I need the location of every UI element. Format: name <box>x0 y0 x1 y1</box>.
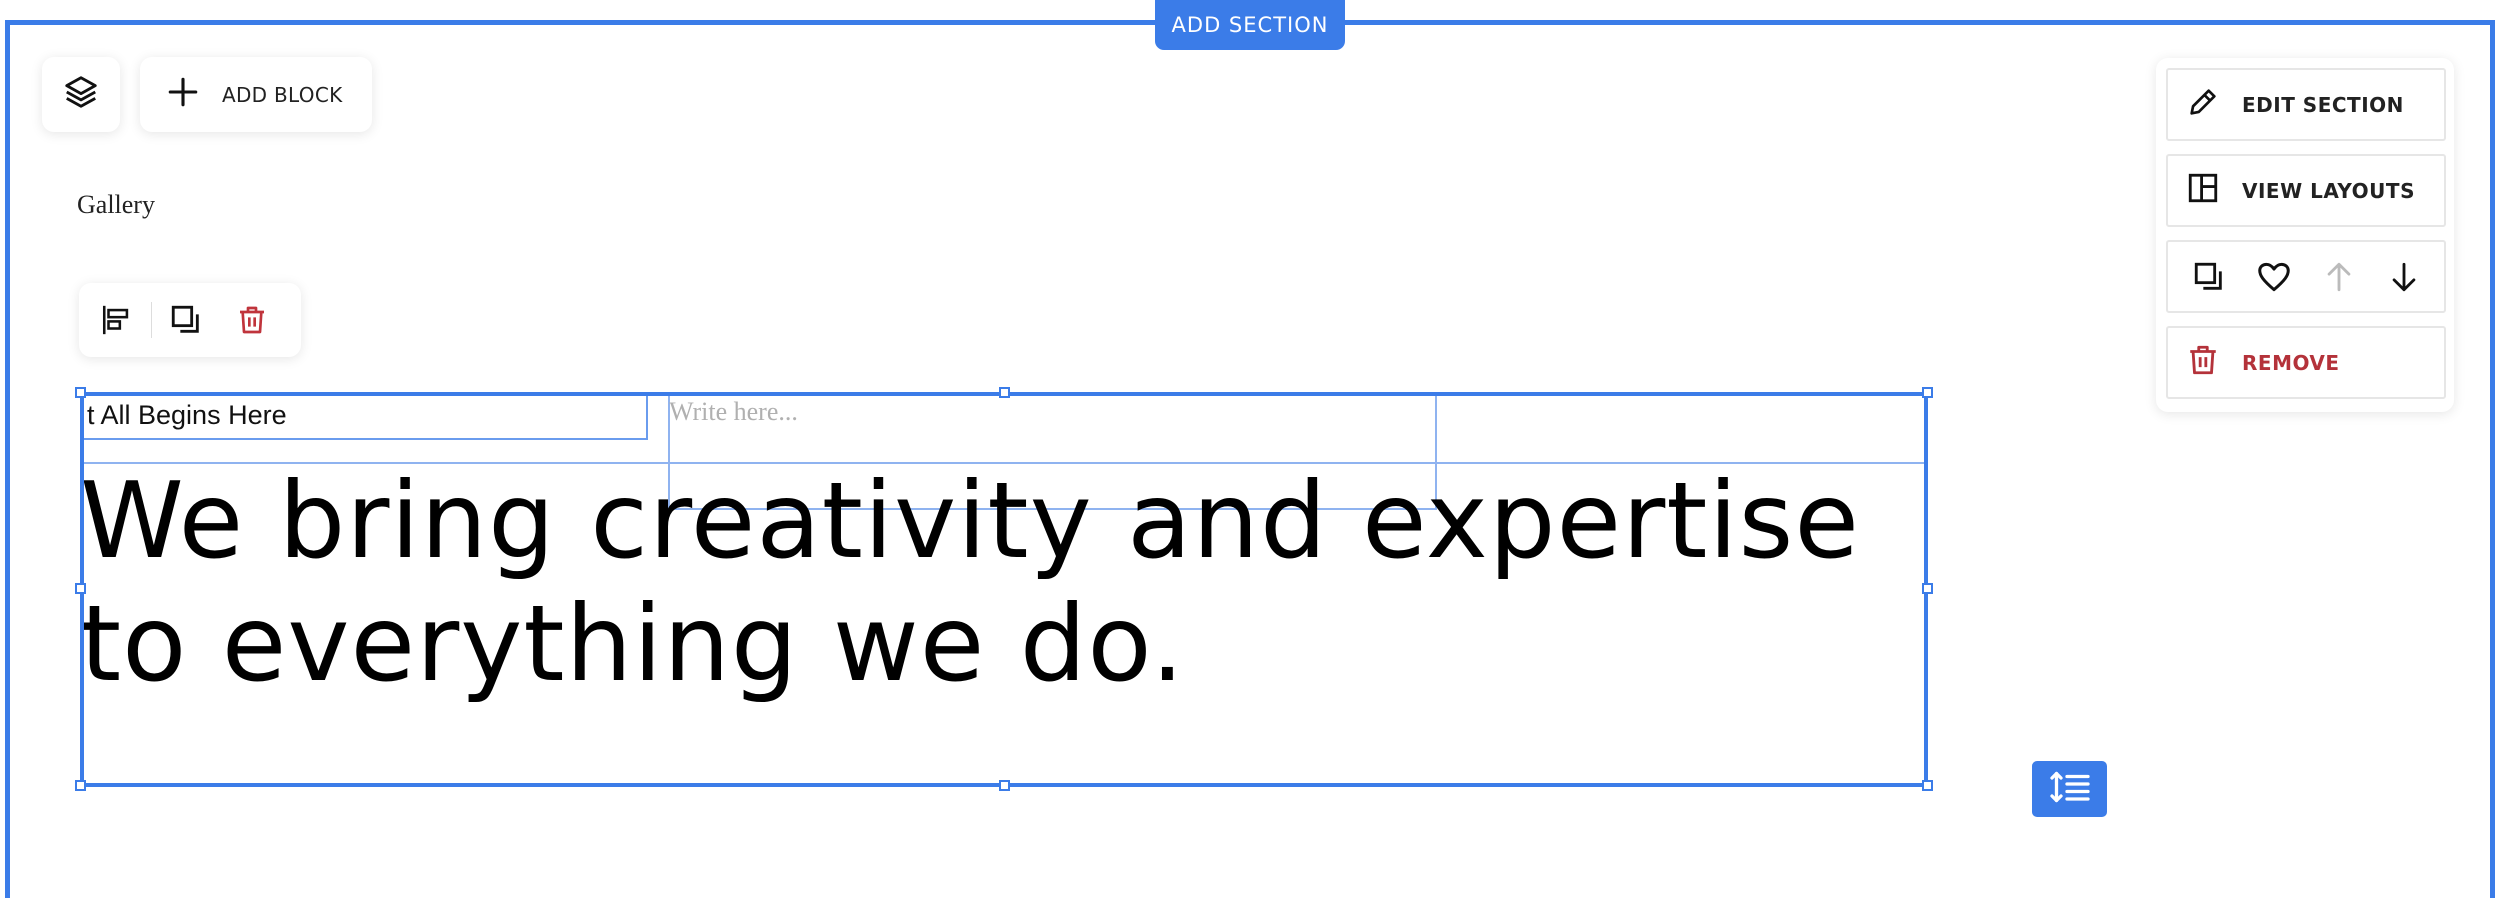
resize-handle-top-left[interactable] <box>75 387 86 398</box>
pencil-icon <box>2186 85 2220 124</box>
arrow-up-icon[interactable] <box>2319 257 2359 297</box>
layout-icon <box>2186 171 2220 210</box>
duplicate-icon[interactable] <box>168 302 204 338</box>
edit-section-label: EDIT SECTION <box>2242 92 2404 117</box>
trash-icon <box>2186 343 2220 382</box>
remove-label: REMOVE <box>2242 350 2340 375</box>
remove-section-button[interactable]: REMOVE <box>2166 326 2446 399</box>
align-left-icon[interactable] <box>99 302 135 338</box>
resize-handle-top[interactable] <box>999 387 1010 398</box>
resize-handle-bottom-right[interactable] <box>1922 780 1933 791</box>
resize-handle-top-right[interactable] <box>1922 387 1933 398</box>
resize-handle-right[interactable] <box>1922 583 1933 594</box>
section-title[interactable]: Gallery <box>77 190 155 220</box>
edit-section-button[interactable]: EDIT SECTION <box>2166 68 2446 141</box>
plus-icon <box>166 75 200 114</box>
add-section-button[interactable]: ADD SECTION <box>1155 0 1345 50</box>
section-icon-row <box>2166 240 2446 313</box>
line-spacing-button[interactable] <box>2032 761 2107 817</box>
block-selection-outline <box>80 392 1928 787</box>
add-block-button[interactable]: ADD BLOCK <box>140 57 372 132</box>
layers-button[interactable] <box>42 57 120 132</box>
resize-handle-bottom-left[interactable] <box>75 780 86 791</box>
toolbar-divider <box>151 302 152 338</box>
resize-handle-bottom[interactable] <box>999 780 1010 791</box>
heart-icon[interactable] <box>2254 257 2294 297</box>
view-layouts-label: VIEW LAYOUTS <box>2242 178 2415 203</box>
line-spacing-icon <box>2049 770 2091 809</box>
add-block-label: ADD BLOCK <box>222 82 343 107</box>
layers-icon <box>62 73 100 116</box>
view-layouts-button[interactable]: VIEW LAYOUTS <box>2166 154 2446 227</box>
block-toolbar <box>79 283 301 357</box>
arrow-down-icon[interactable] <box>2384 257 2424 297</box>
add-section-label: ADD SECTION <box>1171 13 1329 37</box>
section-actions-panel: EDIT SECTION VIEW LAYOUTS REMOVE <box>2156 58 2454 412</box>
trash-icon[interactable] <box>234 302 270 338</box>
duplicate-icon[interactable] <box>2189 257 2229 297</box>
resize-handle-left[interactable] <box>75 583 86 594</box>
